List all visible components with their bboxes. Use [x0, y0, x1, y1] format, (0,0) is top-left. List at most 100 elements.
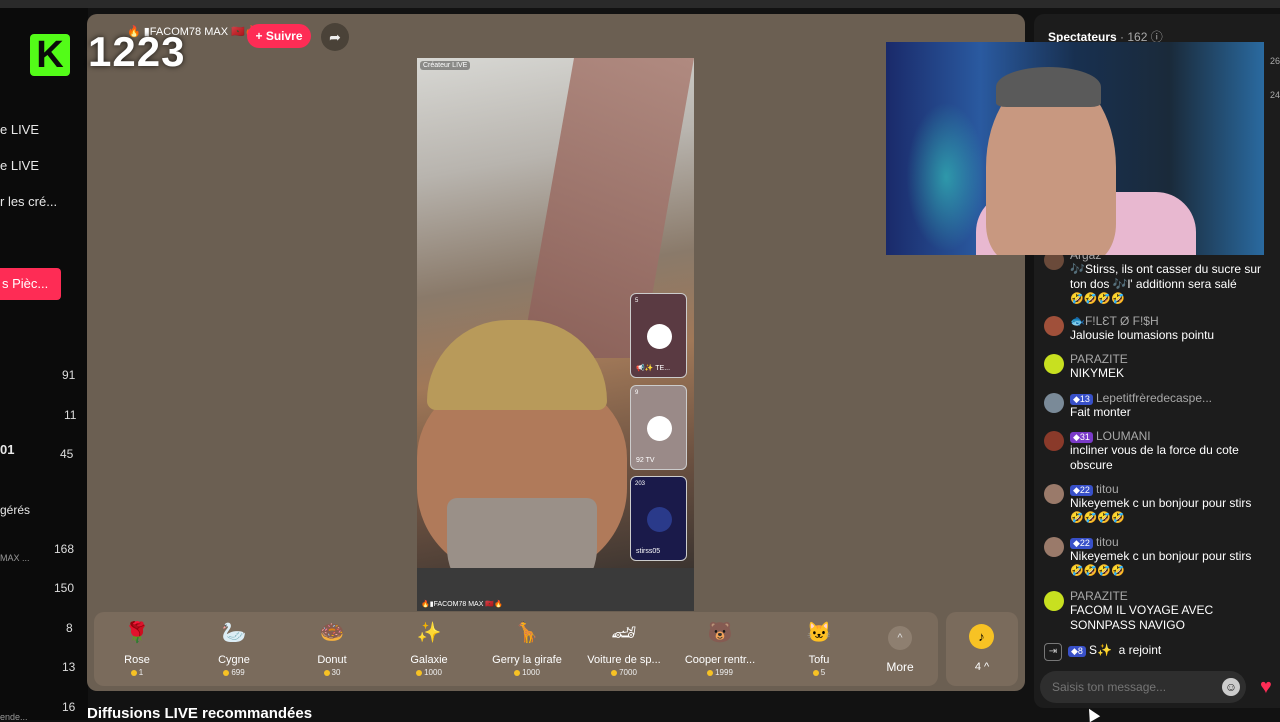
chat-username-text: Lepetitfrèredecaspe... [1095, 391, 1213, 405]
gift-tofu[interactable]: 🐱 Tofu 5 [779, 618, 859, 677]
chat-username-text: LOUMANI [1095, 429, 1151, 443]
gift-gerry-la-girafe[interactable]: 🦒 Gerry la girafe 1000 [487, 618, 567, 677]
webcam-light [906, 102, 986, 252]
chat-username[interactable]: PARAZITE [1070, 589, 1266, 603]
joined-user[interactable]: S✨ [1089, 643, 1112, 657]
chat-message: Argaz 🎶Stirss, ils ont casser du sucre s… [1044, 248, 1266, 305]
guest-viewer-count: 203 [635, 481, 646, 487]
sports-car-icon: 🏎 [611, 622, 637, 644]
chat-username[interactable]: ◆22 titou [1070, 535, 1266, 549]
sidebar-coins-button[interactable]: s Pièc... [0, 268, 61, 300]
chat-emoji: 🤣🤣🤣🤣 [1070, 512, 1125, 524]
heart-icon[interactable]: ♥ [1260, 676, 1272, 699]
sidebar-user-partial[interactable]: 01 [0, 442, 14, 457]
chevron-up-icon[interactable]: ^ [888, 626, 912, 650]
gift-price-value: 1000 [522, 668, 540, 677]
gift-price: 1 [97, 668, 177, 677]
gift-price-value: 7000 [619, 668, 637, 677]
viewer-counter-overlay: 1223 [88, 28, 186, 75]
follow-button[interactable]: + Suivre [247, 24, 311, 48]
chat-emoji: 🤣🤣🤣🤣 [1070, 565, 1125, 577]
chat-username[interactable]: PARAZITE [1070, 352, 1266, 366]
chat-username-text: titou [1095, 535, 1119, 549]
gift-rose[interactable]: 🌹 Rose 1 [97, 618, 177, 677]
avatar[interactable] [1044, 484, 1064, 504]
emoji-icon[interactable]: ☺ [1222, 678, 1240, 696]
gift-price: 5 [779, 668, 859, 677]
enter-icon: ⇥ [1044, 643, 1062, 661]
sidebar-user-partial-2[interactable]: ende... [0, 712, 28, 722]
avatar[interactable] [1044, 354, 1064, 374]
gift-price: 30 [292, 668, 372, 677]
bear-icon: 🐻 [707, 622, 733, 644]
webcam-person-hat [996, 67, 1101, 107]
gift-name: Tofu [808, 654, 830, 666]
gift-price: 7000 [584, 668, 664, 677]
guest-viewer-count: 5 [635, 298, 639, 304]
guest-tile[interactable]: 5 📢✨ TE... [630, 293, 687, 378]
avatar[interactable] [1044, 316, 1064, 336]
sidebar-link-live-1[interactable]: e LIVE [0, 122, 39, 137]
kick-logo[interactable]: K [30, 34, 70, 76]
guest-label: 📢✨ TE... [636, 365, 671, 372]
chat-message: ◆22 titou Nikeyemek c un bonjour pour sti… [1044, 482, 1266, 524]
gift-price-value: 1999 [715, 668, 733, 677]
coin-icon [812, 669, 819, 676]
gift-name: Galaxie [410, 654, 448, 666]
chat-text: NIKYMEK [1070, 366, 1125, 380]
level-badge: ◆13 [1070, 394, 1093, 405]
gift-cooper[interactable]: 🐻 Cooper rentr... 1999 [680, 618, 760, 677]
gift-price-value: 30 [331, 668, 341, 677]
gift-price: 1000 [389, 668, 469, 677]
chat-username[interactable]: ◆22 titou [1070, 482, 1266, 496]
chat-text: Fait monter [1070, 405, 1131, 419]
coin-icon [707, 669, 714, 676]
gift-price-value: 1 [138, 668, 144, 677]
avatar[interactable] [1044, 591, 1064, 611]
gift-donut[interactable]: 🍩 Donut 30 [292, 618, 372, 677]
avatar[interactable] [1044, 431, 1064, 451]
share-icon[interactable]: ➦ [321, 23, 349, 51]
chat-message: PARAZITE FACOM IL VOYAGE AVEC SONNPASS N… [1044, 589, 1266, 633]
avatar[interactable] [1044, 537, 1064, 557]
video-caption: 🔥▮FACOM78 MAX 🇲🇦🔥 [421, 601, 503, 608]
chat-username[interactable]: 🐟F!LƐT Ø F!$H [1070, 314, 1266, 328]
chat-username[interactable]: ◆13 Lepetitfrèredecaspe... [1070, 391, 1266, 405]
chat-message: ◆13 Lepetitfrèredecaspe... Fait monter [1044, 391, 1266, 420]
gift-name: Gerry la girafe [492, 654, 562, 666]
rose-icon: 🌹 [124, 622, 150, 644]
sidebar-user-max[interactable]: MAX ... [0, 553, 30, 563]
coin-icon [611, 669, 618, 676]
chat-username[interactable]: ◆31 LOUMANI [1070, 429, 1266, 443]
donut-icon: 🍩 [319, 622, 345, 644]
coin-icon [130, 669, 137, 676]
sidebar-link-creators[interactable]: r les cré... [0, 194, 57, 209]
gift-galaxie[interactable]: ✨ Galaxie 1000 [389, 618, 469, 677]
gift-name: Voiture de sp... [587, 654, 661, 666]
gift-cygne[interactable]: 🦢 Cygne 699 [194, 618, 274, 677]
chat-message: 🐟F!LƐT Ø F!$H Jalousie loumasions pointu [1044, 314, 1266, 343]
guest-viewer-count: 9 [635, 390, 639, 396]
chat-text: Nikeyemek c un bonjour pour stirs [1070, 549, 1252, 563]
chat-message-input[interactable] [1040, 671, 1246, 703]
guest-label: 92 TV [636, 457, 655, 464]
chat-text: incliner vous de la force du cote obscur… [1070, 443, 1239, 472]
sidebar-link-live-2[interactable]: e LIVE [0, 158, 39, 173]
joined-text: a rejoint [1118, 643, 1162, 657]
gift-name: Cooper rentr... [684, 654, 756, 666]
edge-number: 26 [1270, 56, 1280, 66]
gift-price-value: 699 [231, 668, 245, 677]
level-badge: ◆22 [1070, 538, 1093, 549]
gift-voiture-de-sport[interactable]: 🏎 Voiture de sp... 7000 [584, 618, 664, 677]
guest-tile[interactable]: 9 92 TV [630, 385, 687, 470]
more-gifts-button[interactable]: More [875, 660, 925, 674]
guest-avatar [647, 507, 672, 532]
giraffe-icon: 🦒 [514, 622, 540, 644]
guest-avatar [647, 324, 672, 349]
guest-label: stirss05 [636, 548, 661, 555]
guest-tile[interactable]: 203 stirss05 [630, 476, 687, 561]
sidebar-section-managed: gérés [0, 503, 31, 517]
avatar[interactable] [1044, 393, 1064, 413]
coin-balance[interactable]: 4 ^ [960, 661, 1004, 673]
gift-price: 1999 [680, 668, 760, 677]
